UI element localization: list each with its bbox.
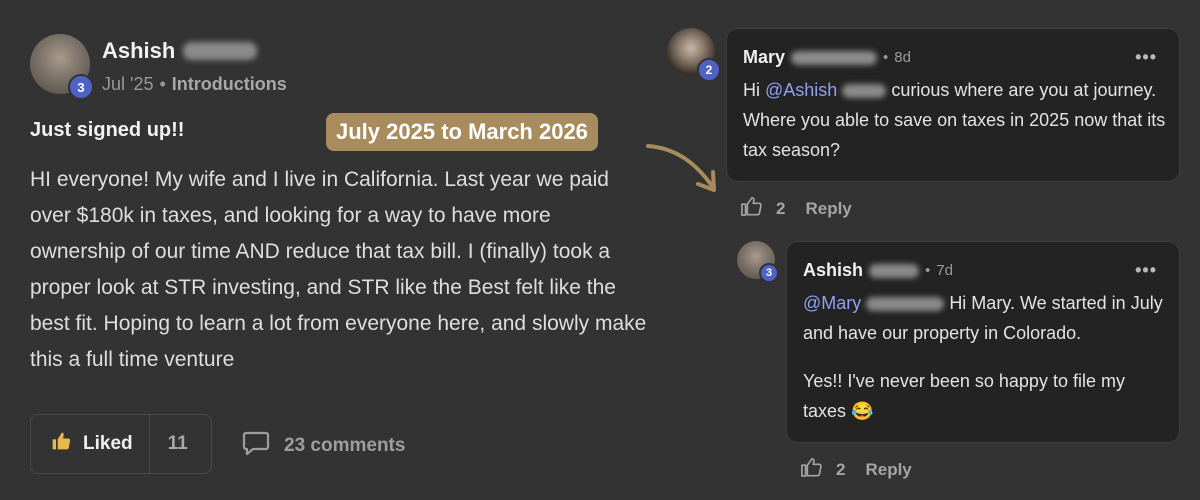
comment-1-level-badge: 2	[697, 58, 721, 82]
comment-1-level-text: 2	[705, 63, 713, 77]
comment-1-header: Mary • 8d	[743, 47, 911, 68]
comment-2-reply-button[interactable]: Reply	[865, 460, 911, 480]
comment-1-text: Hi @Ashish curious where are you at jour…	[743, 75, 1171, 165]
like-count[interactable]: 11	[150, 415, 208, 473]
comments-link[interactable]: 23 comments	[242, 430, 405, 462]
comment-1-author[interactable]: Mary	[743, 47, 785, 68]
comment-2-author-lastname-redacted	[869, 263, 920, 278]
comment-1-author-lastname-redacted	[791, 50, 878, 65]
laughing-emoji-icon: 😂	[851, 401, 874, 421]
comment-2-level-text: 3	[765, 267, 773, 279]
post-category-link[interactable]: Introductions	[172, 74, 287, 95]
comment-1-mention-redacted	[842, 84, 887, 99]
comment-2-actions: 2 Reply	[800, 457, 912, 482]
comment-1-card: Mary • 8d ••• Hi @Ashish curious where a…	[726, 28, 1180, 182]
comment-2-author[interactable]: Ashish	[803, 260, 863, 281]
liked-label: Liked	[83, 433, 133, 454]
post-author-name[interactable]: Ashish	[102, 38, 175, 64]
post-author-level-badge: 3	[68, 74, 94, 100]
post-author-level-text: 3	[77, 79, 85, 95]
post-like-group: Liked 11	[30, 414, 212, 474]
comment-1-more-icon[interactable]: •••	[1135, 47, 1157, 68]
comment-2-like-button[interactable]: 2	[800, 457, 845, 482]
comment-1-mention[interactable]: @Ashish	[765, 80, 837, 100]
comment-2-more-icon[interactable]: •••	[1135, 260, 1157, 281]
comment-2-mention-redacted	[866, 297, 945, 312]
comment-1-text-prefix: Hi	[743, 80, 765, 100]
post-author-row: Ashish	[102, 38, 258, 64]
comment-2-header: Ashish • 7d	[803, 260, 953, 281]
comment-2-text-second: Yes!! I've never been so happy to file m…	[803, 366, 1171, 426]
comment-2-level-badge: 3	[759, 263, 779, 283]
comment-2-mention[interactable]: @Mary	[803, 293, 861, 313]
post-body: HI everyone! My wife and I live in Calif…	[30, 168, 647, 371]
comment-1-time: 8d	[894, 49, 911, 66]
comment-1-like-count: 2	[776, 198, 786, 218]
comments-count-label: 23 comments	[284, 435, 406, 456]
post-title: Just signed up!!	[30, 119, 185, 141]
thumbs-up-outline-icon	[740, 196, 762, 221]
post-meta: Jul '25 • Introductions	[102, 74, 287, 95]
liked-button[interactable]: Liked	[31, 415, 150, 473]
thumbs-up-icon	[51, 431, 71, 457]
comment-2-time: 7d	[936, 262, 953, 279]
speech-bubble-icon	[242, 430, 270, 462]
comment-1-like-button[interactable]: 2	[740, 196, 785, 221]
comment-2-like-count: 2	[836, 459, 846, 479]
comment-2-text: @Mary Hi Mary. We started in July and ha…	[803, 288, 1171, 348]
post-date: Jul '25	[102, 74, 154, 94]
post-author-lastname-redacted	[183, 42, 258, 60]
date-range-callout: July 2025 to March 2026	[326, 113, 598, 151]
thumbs-up-outline-icon	[800, 457, 822, 482]
comment-2-separator: •	[925, 262, 931, 279]
comment-1-reply-button[interactable]: Reply	[805, 199, 851, 219]
comment-1-actions: 2 Reply	[740, 196, 852, 221]
comment-2-card: Ashish • 7d ••• @Mary Hi Mary. We starte…	[786, 241, 1180, 443]
callout-arrow-icon	[646, 144, 716, 192]
comment-1-separator: •	[883, 49, 889, 66]
post-meta-separator: •	[159, 74, 166, 94]
